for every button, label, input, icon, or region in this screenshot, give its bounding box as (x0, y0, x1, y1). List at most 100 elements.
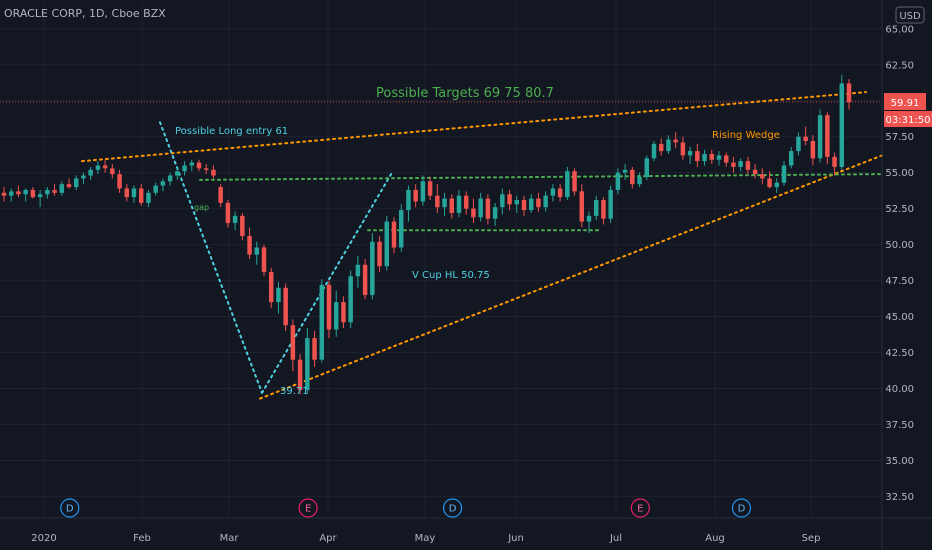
x-tick-label: Mar (220, 533, 240, 544)
y-tick-label: 52.50 (885, 204, 914, 215)
candle-body (117, 174, 122, 189)
candle-body (319, 284, 325, 360)
candle-body (658, 143, 664, 152)
candle-body (232, 215, 238, 224)
candle-body (73, 178, 79, 188)
x-tick-label: Apr (319, 533, 337, 544)
countdown-label: 03:31:50 (886, 115, 931, 126)
candle-body (622, 169, 628, 173)
candle-body (153, 185, 158, 193)
candle (348, 270, 353, 329)
candle-body (716, 155, 722, 160)
vcup-annotation: V Cup HL 50.75 (412, 270, 490, 281)
price-chart[interactable]: Possible Targets 69 75 80.7 Possible Long… (0, 0, 932, 550)
candle-body (709, 153, 715, 160)
candle-body (702, 153, 707, 162)
candle-body (485, 198, 491, 219)
candle-body (796, 136, 801, 152)
candle-body (305, 338, 310, 390)
candle-body (88, 169, 93, 176)
candle-body (456, 195, 462, 213)
candle-body (398, 210, 404, 248)
candle (839, 74, 845, 170)
candle-body (384, 221, 390, 267)
event-letter: D (449, 504, 457, 515)
candle-body (1, 192, 7, 196)
candle-body (442, 198, 447, 208)
candle (651, 141, 657, 162)
candle-body (211, 169, 216, 176)
dividend-marker[interactable]: D (731, 498, 752, 518)
candle-body (254, 247, 260, 255)
x-tick-label: Feb (133, 533, 151, 544)
candle-body (767, 178, 772, 188)
candle (398, 204, 404, 252)
candle-body (565, 171, 570, 198)
candle-body (66, 184, 72, 188)
candle (326, 280, 332, 339)
candle (283, 283, 288, 331)
symbol-title: ORACLE CORP, 1D, Cboe BZX (4, 7, 166, 20)
event-letter: E (637, 504, 643, 515)
candle-body (608, 189, 613, 219)
candle-body (326, 284, 332, 330)
candle-body (723, 155, 729, 163)
candle-body (110, 168, 115, 175)
candle-body (268, 271, 274, 303)
candle-body (182, 165, 187, 172)
candle-body (196, 162, 202, 169)
candle-body (413, 189, 418, 202)
x-tick-label: 2020 (31, 533, 56, 544)
x-tick-label: Aug (705, 533, 725, 544)
candle-body (341, 302, 346, 323)
candle-body (557, 188, 563, 198)
candle-body (312, 338, 317, 360)
y-tick-label: 42.50 (885, 348, 914, 359)
candle-body (225, 202, 231, 224)
candle-body (348, 276, 353, 323)
candle-body (478, 198, 483, 218)
earnings-marker[interactable]: E (630, 498, 650, 518)
dividend-marker[interactable]: D (442, 498, 463, 518)
candle-body (146, 192, 151, 203)
candle-body (427, 181, 433, 196)
dividend-marker[interactable]: D (60, 498, 80, 518)
currency-badge[interactable]: USD (895, 6, 925, 24)
x-tick-label: Sep (802, 533, 821, 544)
candle (384, 215, 390, 271)
candle-body (203, 168, 209, 170)
candle-body (695, 151, 700, 162)
candle-body (543, 195, 548, 208)
candle-body (550, 188, 556, 196)
earnings-marker[interactable]: E (298, 498, 318, 518)
candle (362, 259, 368, 300)
currency-label: USD (899, 11, 921, 22)
candle-body (391, 221, 397, 248)
y-tick-label: 47.50 (885, 276, 914, 287)
candle-body (803, 136, 808, 142)
candle-body (745, 161, 751, 170)
candle-body (514, 200, 520, 205)
candle-body (240, 215, 245, 236)
candle-body (781, 165, 787, 183)
candle-body (406, 189, 411, 211)
x-tick-label: May (415, 533, 436, 544)
long-entry-annotation: Possible Long entry 61 (175, 126, 288, 137)
candle-body (738, 161, 743, 167)
candle-body (290, 325, 296, 360)
candle-body (30, 189, 36, 198)
candle-body (536, 198, 541, 208)
candle-body (651, 143, 657, 159)
candle-body (687, 151, 693, 156)
candle (644, 155, 650, 180)
candle-body (637, 176, 642, 185)
candle-body (59, 184, 65, 193)
candle (565, 166, 570, 201)
candle-body (673, 139, 678, 143)
candle-body (846, 83, 852, 103)
last-price-label: 59.91 (891, 98, 920, 109)
candle-body (839, 83, 845, 167)
candle-body (666, 139, 671, 152)
candle-body (528, 198, 534, 211)
candle (319, 279, 325, 363)
